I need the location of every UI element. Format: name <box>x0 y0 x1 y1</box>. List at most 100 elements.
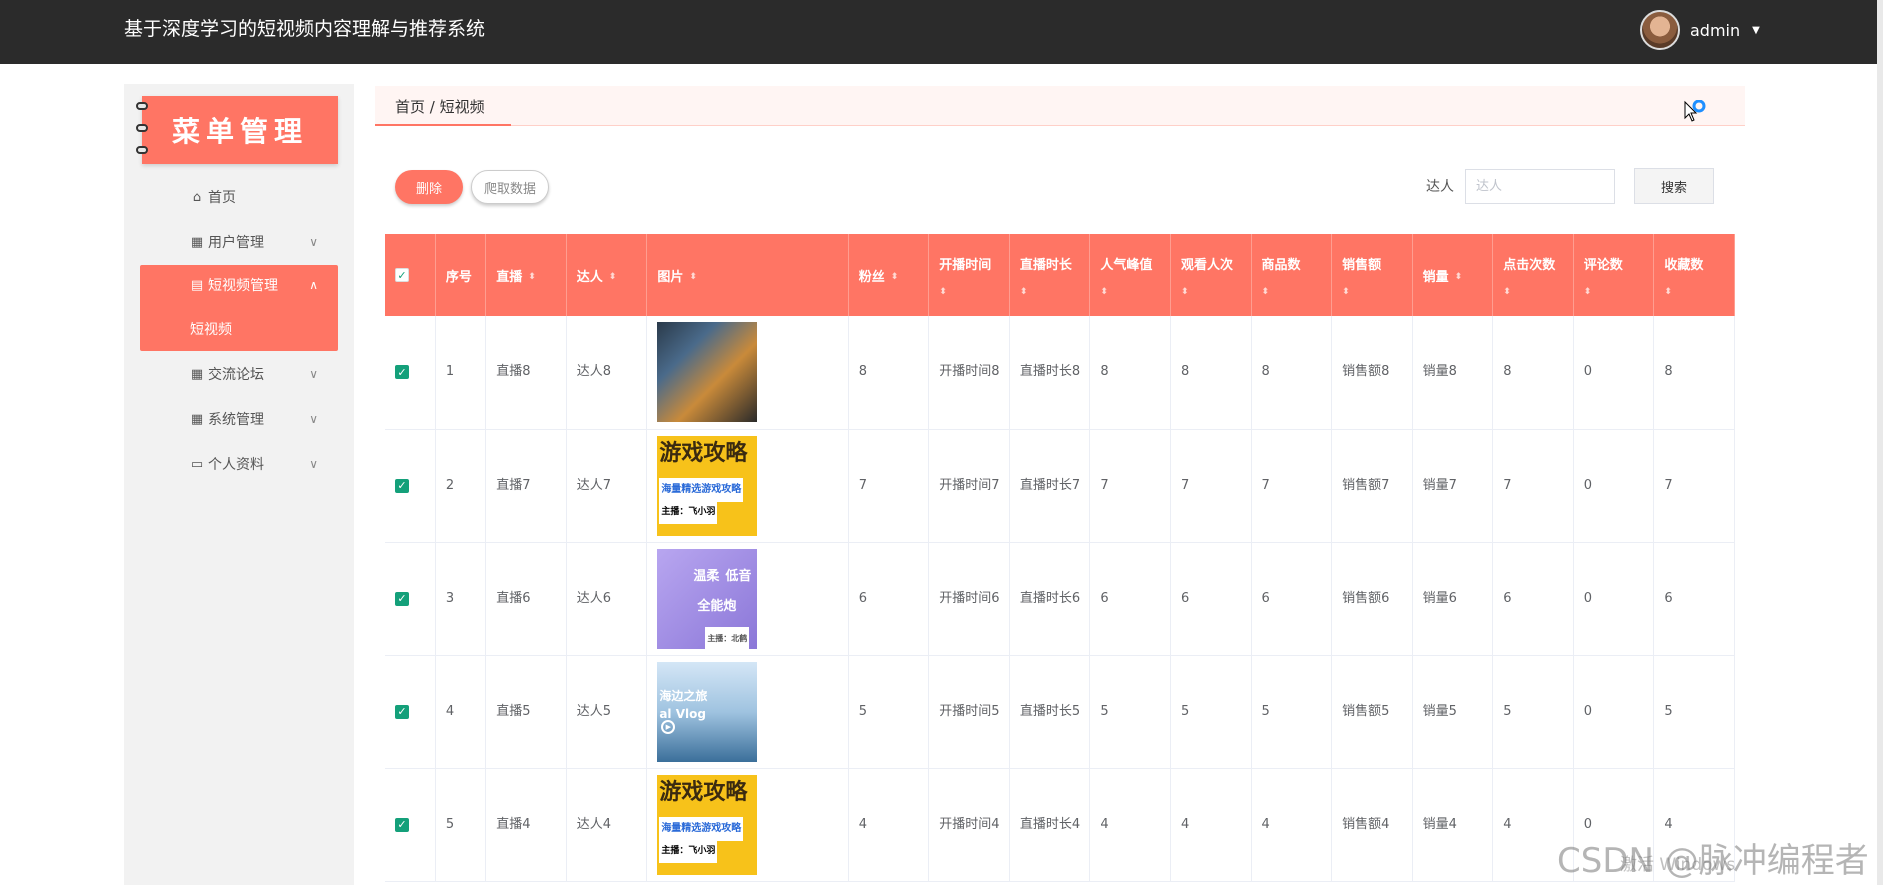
cell-duration: 直播时长8 <box>1009 316 1091 430</box>
column-header[interactable]: 直播时长 ⬍ <box>1009 234 1091 316</box>
breadcrumb-underline <box>375 124 511 126</box>
row-checkbox[interactable]: ✓ <box>395 478 409 493</box>
sidebar-subitem-shortvideo[interactable]: 短视频 <box>190 319 232 339</box>
user-menu[interactable]: admin ▼ <box>1640 10 1760 50</box>
cell-fans: 4 <box>848 768 930 882</box>
column-header[interactable]: 人气峰值 ⬍ <box>1089 234 1171 316</box>
sidebar-item-label: 系统管理 <box>208 412 264 428</box>
select-all-checkbox[interactable]: ✓ <box>395 268 409 282</box>
cursor-busy-icon <box>1684 100 1706 122</box>
column-header[interactable]: 点击次数 ⬍ <box>1492 234 1574 316</box>
row-checkbox[interactable]: ✓ <box>395 817 409 832</box>
cell-duration: 直播时长5 <box>1009 655 1091 769</box>
chevron-down-icon: ∨ <box>309 235 318 249</box>
cell-fans: 6 <box>848 542 930 656</box>
video-thumbnail[interactable]: 温柔 低音 全能炮 主播：北鹤 <box>657 548 758 649</box>
select-all-cell[interactable]: ✓ <box>385 234 436 316</box>
cell-peak: 8 <box>1089 316 1171 430</box>
cell-live: 直播7 <box>485 429 567 543</box>
column-header[interactable]: 开播时间 ⬍ <box>928 234 1010 316</box>
cell-talent: 达人5 <box>566 655 648 769</box>
row-checkbox[interactable]: ✓ <box>395 591 409 606</box>
table-row[interactable]: ✓ 2 直播7 达人7 游戏攻略 海量精选游戏攻略 主播：飞小羽 7 开播时间7… <box>385 429 1735 543</box>
sidebar-item-home[interactable]: ⌂ 首页 <box>140 177 338 217</box>
column-header[interactable]: 观看人次 ⬍ <box>1170 234 1252 316</box>
sort-icon: ⬍ <box>1019 286 1028 297</box>
cell-peak: 4 <box>1089 768 1171 882</box>
sidebar-item-system[interactable]: ▦ 系统管理 ∨ <box>140 399 338 439</box>
avatar[interactable] <box>1640 10 1680 50</box>
cell-image: 海边之旅 al Vlog ▶ <box>646 655 849 769</box>
column-header[interactable]: 图片 ⬍ <box>646 234 849 316</box>
cell-sales-amount: 销售额7 <box>1331 429 1413 543</box>
cell-sales-amount: 销售额8 <box>1331 316 1413 430</box>
table-row[interactable]: ✓ 1 直播8 达人8 8 开播时间8 直播时长8 8 8 8 销售额8 销量8… <box>385 316 1735 430</box>
cell-clicks: 5 <box>1492 655 1574 769</box>
search-input[interactable] <box>1465 169 1615 204</box>
column-header[interactable]: 商品数 ⬍ <box>1251 234 1333 316</box>
video-thumbnail[interactable]: 海边之旅 al Vlog ▶ <box>657 661 758 762</box>
cell-duration: 直播时长6 <box>1009 542 1091 656</box>
cell-peak: 5 <box>1089 655 1171 769</box>
cell-views: 6 <box>1170 542 1252 656</box>
row-checkbox[interactable]: ✓ <box>395 365 409 380</box>
cell-peak: 7 <box>1089 429 1171 543</box>
column-header[interactable]: 销售额 ⬍ <box>1331 234 1413 316</box>
cell-clicks: 7 <box>1492 429 1574 543</box>
row-checkbox[interactable]: ✓ <box>395 704 409 719</box>
video-thumbnail[interactable]: 游戏攻略 海量精选游戏攻略 主播：飞小羽 <box>657 774 758 875</box>
sort-icon: ⬍ <box>1180 286 1189 297</box>
sidebar-group-shortvideo: ▤ 短视频管理 ∧ 短视频 <box>140 265 338 351</box>
cell-favorites: 8 <box>1653 316 1735 430</box>
cell-talent: 达人8 <box>566 316 648 430</box>
cell-sales: 销量6 <box>1412 542 1494 656</box>
column-header[interactable]: 收藏数 ⬍ <box>1653 234 1735 316</box>
sidebar-item-shortvideo-manage[interactable]: ▤ 短视频管理 ∧ <box>140 265 338 305</box>
column-header[interactable]: 达人 ⬍ <box>566 234 648 316</box>
user-name[interactable]: admin <box>1690 21 1740 40</box>
cell-image <box>646 316 849 430</box>
play-icon: ▶ <box>661 719 676 734</box>
cell-live: 直播4 <box>485 768 567 882</box>
video-thumbnail[interactable]: 游戏攻略 海量精选游戏攻略 主播：飞小羽 <box>657 435 758 536</box>
caret-down-icon[interactable]: ▼ <box>1752 25 1760 36</box>
sidebar-item-users[interactable]: ▦ 用户管理 ∨ <box>140 222 338 262</box>
cell-index: 1 <box>435 316 487 430</box>
column-header[interactable]: 直播 ⬍ <box>485 234 567 316</box>
breadcrumb-text[interactable]: 首页 / 短视频 <box>395 96 485 117</box>
sort-icon: ⬍ <box>890 271 899 282</box>
table-row[interactable]: ✓ 4 直播5 达人5 海边之旅 al Vlog ▶ 5 开播时间5 直播时长5… <box>385 655 1735 769</box>
sort-icon: ⬍ <box>1261 286 1270 297</box>
cell-index: 5 <box>435 768 487 882</box>
column-header[interactable]: 销量 ⬍ <box>1412 234 1494 316</box>
cell-duration: 直播时长7 <box>1009 429 1091 543</box>
sidebar-item-profile[interactable]: ▭ 个人资料 ∨ <box>140 444 338 484</box>
delete-button[interactable]: 删除 <box>395 170 463 204</box>
search-button[interactable]: 搜索 <box>1634 168 1714 204</box>
sort-icon: ⬍ <box>1664 286 1672 297</box>
watermark-text: CSDN @脉冲编程者 <box>1557 841 1869 881</box>
cell-live: 直播5 <box>485 655 567 769</box>
column-header: 序号 <box>435 234 487 316</box>
crawl-data-button[interactable]: 爬取数据 <box>471 170 549 204</box>
table-row[interactable]: ✓ 3 直播6 达人6 温柔 低音 全能炮 主播：北鹤 6 开播时间6 直播时长… <box>385 542 1735 656</box>
sidebar-item-forum[interactable]: ▦ 交流论坛 ∨ <box>140 354 338 394</box>
cell-sales-amount: 销售额6 <box>1331 542 1413 656</box>
cell-comments: 0 <box>1573 316 1655 430</box>
cell-favorites: 7 <box>1653 429 1735 543</box>
cell-goods: 7 <box>1251 429 1333 543</box>
sidebar-item-label: 交流论坛 <box>208 367 264 383</box>
sort-icon: ⬍ <box>1100 286 1108 297</box>
table-row[interactable]: ✓ 5 直播4 达人4 游戏攻略 海量精选游戏攻略 主播：飞小羽 4 开播时间4… <box>385 768 1735 882</box>
cell-sales: 销量8 <box>1412 316 1494 430</box>
video-thumbnail[interactable] <box>657 322 758 423</box>
cell-sales-amount: 销售额5 <box>1331 655 1413 769</box>
column-header[interactable]: 粉丝 ⬍ <box>848 234 930 316</box>
clipboard-icon: ▤ <box>190 277 204 293</box>
cell-start-time: 开播时间4 <box>928 768 1010 882</box>
cell-fans: 5 <box>848 655 930 769</box>
column-header[interactable]: 评论数 ⬍ <box>1573 234 1655 316</box>
scrollbar[interactable] <box>1877 0 1883 885</box>
cell-live: 直播6 <box>485 542 567 656</box>
sidebar: 菜单管理 ⌂ 首页 ▦ 用户管理 ∨ ▤ 短视频管理 ∧ 短视频 ▦ 交流论坛 … <box>124 84 354 885</box>
